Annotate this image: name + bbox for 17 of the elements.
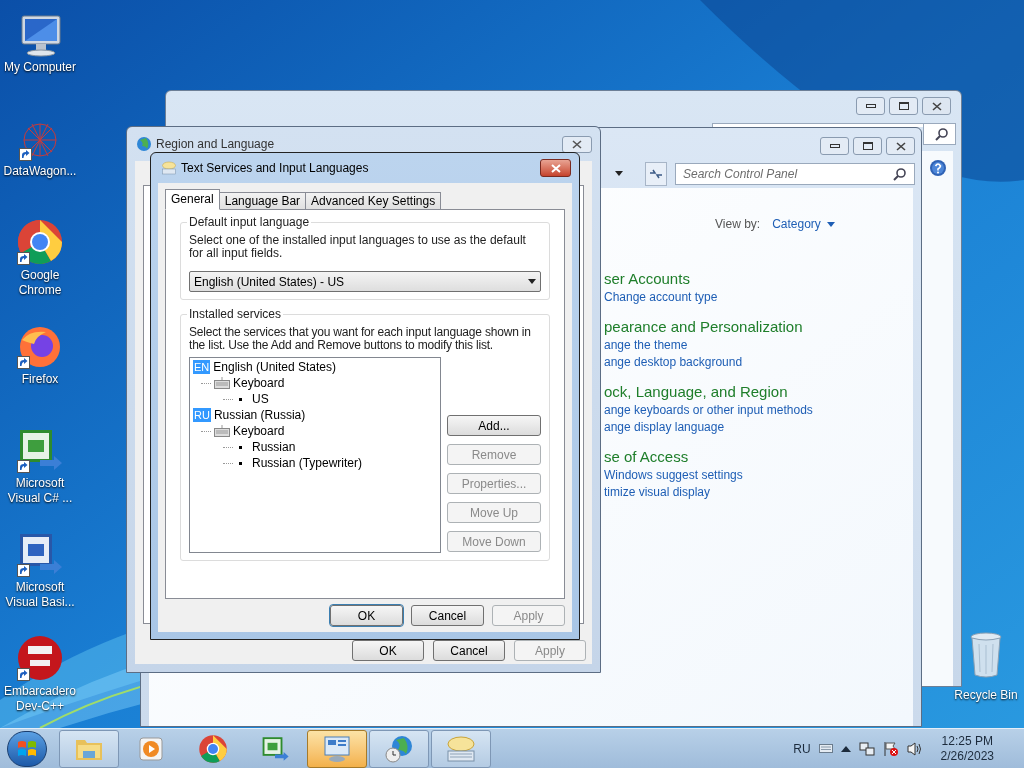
windows-logo-icon bbox=[17, 739, 37, 758]
control-panel-icon bbox=[322, 734, 352, 763]
start-button[interactable] bbox=[7, 730, 47, 767]
clock[interactable]: 12:25 PM 2/26/2023 bbox=[940, 733, 994, 764]
keyboard-bubble-icon bbox=[445, 734, 477, 763]
taskbar-button[interactable] bbox=[369, 729, 429, 768]
keyboard-icon[interactable] bbox=[818, 744, 833, 753]
flag-error-icon[interactable] bbox=[882, 740, 899, 757]
code-project-icon bbox=[260, 735, 290, 762]
up-arrow-icon[interactable] bbox=[840, 745, 851, 752]
globe-clock-icon bbox=[384, 733, 414, 764]
network-icon[interactable] bbox=[858, 740, 875, 757]
play-icon bbox=[138, 735, 164, 762]
speaker-icon[interactable] bbox=[906, 740, 923, 757]
language-indicator[interactable]: RU bbox=[793, 739, 811, 758]
taskbar-button[interactable] bbox=[307, 729, 367, 768]
round-logo-icon bbox=[198, 733, 228, 764]
